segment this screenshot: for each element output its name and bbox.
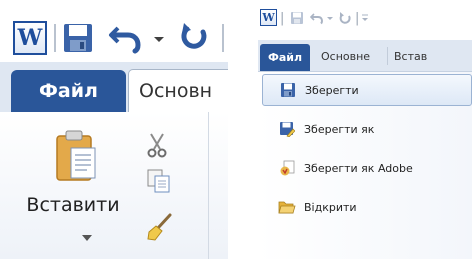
menu-item-save[interactable]: Зберегти (262, 74, 472, 106)
save-as-adobe-pdf-icon (278, 159, 296, 177)
word-app-icon[interactable]: W (260, 9, 277, 26)
repeat-icon[interactable] (338, 10, 352, 26)
group-separator (208, 112, 209, 259)
menu-item-label: Зберегти як Adobe (304, 161, 413, 175)
customize-toolbar-icon[interactable] (361, 10, 369, 26)
tab-home[interactable]: Основне (321, 50, 370, 63)
menu-item-save-as-adobe-pdf[interactable]: Зберегти як Adobe (262, 152, 472, 184)
backstage-menu: Зберегти Зберегти як Зберегти як Adobe В… (258, 71, 472, 259)
toolbar-separator: | (280, 10, 285, 26)
save-as-icon (278, 120, 296, 138)
word-app-icon[interactable]: W (13, 21, 47, 55)
paste-clipboard-icon[interactable] (55, 130, 97, 184)
chevron-down-icon[interactable] (150, 30, 168, 48)
word-app-icon-letter: W (17, 25, 43, 51)
tab-home[interactable]: Основн (128, 69, 228, 113)
save-icon (279, 81, 297, 99)
repeat-icon[interactable] (177, 20, 211, 54)
undo-icon[interactable] (108, 20, 142, 54)
open-folder-icon (278, 198, 296, 216)
copy-icon[interactable] (146, 168, 172, 194)
file-menu-panel: W | | Файл Основне Встав Зберегти Зберег… (258, 0, 472, 259)
word-app-icon-letter: W (262, 11, 275, 24)
tab-separator (387, 47, 388, 65)
save-icon[interactable] (290, 10, 304, 26)
tab-insert[interactable]: Встав (394, 50, 427, 63)
toolbar-separator: | (355, 10, 360, 26)
toolbar-separator (222, 24, 224, 52)
tab-file[interactable]: Файл (260, 44, 310, 71)
menu-item-label: Зберегти як (304, 122, 375, 136)
chevron-down-icon[interactable] (326, 10, 334, 26)
menu-item-label: Відкрити (304, 200, 357, 214)
paste-button-label[interactable]: Вставити (8, 194, 138, 216)
menu-item-label: Зберегти (305, 83, 359, 97)
tab-file[interactable]: Файл (11, 70, 126, 112)
scissors-icon[interactable] (145, 132, 169, 158)
zoomed-ribbon-panel: W Файл Основн Вставити (0, 0, 228, 259)
clipboard-group: Вставити (0, 112, 228, 259)
undo-icon[interactable] (310, 10, 324, 26)
format-painter-icon[interactable] (146, 212, 174, 242)
save-icon[interactable] (62, 22, 94, 54)
chevron-down-icon[interactable] (82, 226, 92, 241)
menu-item-save-as[interactable]: Зберегти як (262, 113, 472, 145)
quick-access-toolbar: W (0, 0, 228, 62)
menu-item-open[interactable]: Відкрити (262, 191, 472, 223)
ribbon-tab-strip: Файл Основн (0, 62, 228, 113)
quick-access-toolbar: W | | (258, 0, 472, 36)
ribbon-tab-strip: Файл Основне Встав (258, 40, 472, 71)
toolbar-separator (54, 24, 56, 52)
